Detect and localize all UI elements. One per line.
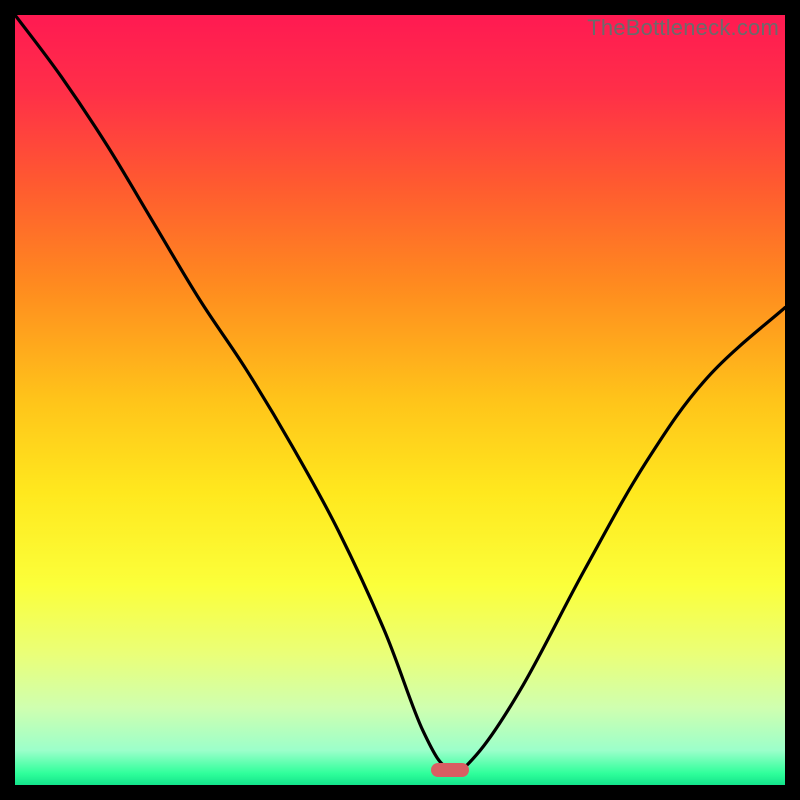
watermark-text: TheBottleneck.com bbox=[587, 15, 779, 41]
optimum-marker bbox=[431, 763, 469, 777]
bottleneck-curve bbox=[15, 15, 785, 771]
curve-layer bbox=[15, 15, 785, 785]
chart-frame: TheBottleneck.com bbox=[15, 15, 785, 785]
